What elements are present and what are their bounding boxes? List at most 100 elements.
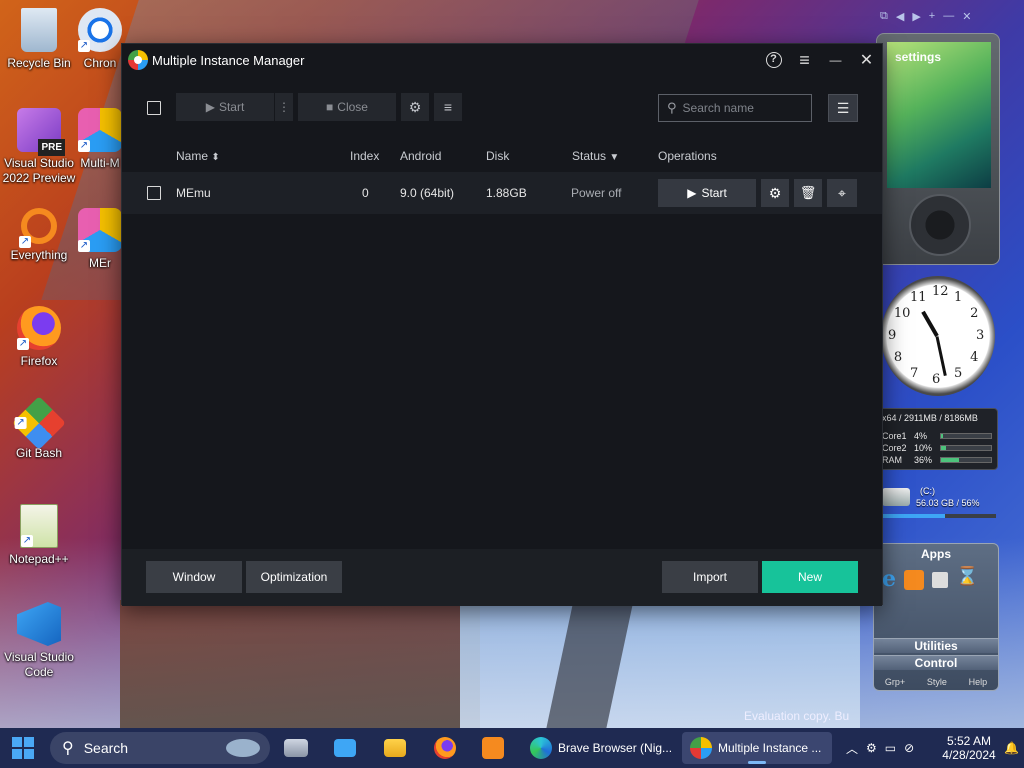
sidebar-minimize-icon[interactable]: — [943,10,954,22]
table-row[interactable]: MEmu 0 9.0 (64bit) 1.88GB Power off ▶ St… [122,172,882,214]
list-view-button[interactable]: ☰ [828,94,858,122]
batch-settings-button[interactable]: ⚙ [401,93,429,121]
column-name[interactable]: Name ⬍ [176,140,220,174]
taskbar-media-player[interactable] [482,732,504,764]
firefox-icon: ↗ [17,306,61,350]
desktop-icon-git-bash[interactable]: ↗ Git Bash [0,396,78,461]
instance-delete-button[interactable]: 🗑 [794,179,822,207]
close-icon: ✕ [859,52,874,69]
taskbar-file-explorer[interactable] [384,732,406,764]
sidebar-next-icon[interactable]: ▶ [912,10,920,23]
app-icon[interactable] [932,572,948,588]
internet-explorer-icon[interactable]: e [882,566,896,592]
core1-usage-bar [940,433,992,439]
desktop-icon-vscode[interactable]: Visual Studio Code [0,602,78,680]
wallpaper-shape [120,600,480,728]
desktop-icon-visual-studio-2022[interactable]: PRE Visual Studio 2022 Preview [0,108,78,186]
help-button[interactable]: ? [758,44,789,76]
media-player-icon[interactable] [904,570,924,590]
close-all-label: Close [337,100,368,114]
title-bar[interactable]: Multiple Instance Manager ? ≡ — ✕ [122,44,882,76]
zune-gadget[interactable]: settings [876,33,1000,265]
recycle-bin-icon [21,8,57,52]
more-vertical-icon: ⋮ [278,100,290,114]
taskbar-clock[interactable]: 5:52 AM 4/28/2024 [940,728,998,768]
column-status[interactable]: Status ▼ [572,140,619,174]
taskbar-widgets[interactable] [334,732,356,764]
minimize-button[interactable]: — [820,44,851,76]
cpu-row-core1: Core1 4% [882,431,928,441]
sidebar-prev-icon[interactable]: ◀ [896,10,904,23]
search-box[interactable]: ⚲ [658,94,812,122]
desktop-icon-chrome[interactable]: ↗ Chron [78,8,122,71]
display-tray-icon[interactable]: ▭ [885,741,896,755]
settings-tray-icon[interactable]: ⚙ [866,741,877,755]
batch-menu-button[interactable]: ≡ [434,93,462,121]
desktop-icon-label: Recycle Bin [7,56,71,70]
instance-more-button[interactable]: ⌖ [827,179,857,207]
list-view-icon: ☰ [836,99,850,116]
clock-numeral: 8 [893,350,903,365]
taskbar-task-view[interactable] [284,732,308,764]
sidebar-close-icon[interactable]: ✕ [962,10,971,23]
start-options-button[interactable]: ⋮ [275,93,293,121]
close-all-button[interactable]: ■ Close [298,93,396,121]
core2-usage-bar [940,445,992,451]
zune-play-pad[interactable] [909,194,971,256]
new-instance-button[interactable]: New [762,561,858,593]
search-input[interactable] [682,101,803,115]
start-all-label: Start [218,100,245,114]
apps-group-add[interactable]: Grp+ [885,677,905,687]
memu-multi-icon: ↗ [78,108,122,152]
sidebar-add-icon[interactable]: + [929,10,935,22]
desktop-icon-multi-memu[interactable]: ↗ Multi-M [78,108,122,171]
close-button[interactable]: ✕ [851,44,882,76]
start-all-button[interactable]: ▶ Start [176,93,274,121]
desktop-icon-notepad-plus-plus[interactable]: ↗ Notepad++ [0,504,78,567]
drive-icon [882,488,910,506]
desktop-icon-label: Multi-M [80,156,120,170]
desktop-icon-everything[interactable]: ↗ Everything [0,208,78,263]
import-button[interactable]: Import [662,561,758,593]
chevron-up-icon[interactable]: ︿ [846,740,858,757]
clock-numeral: 2 [970,306,979,321]
windows-start-icon[interactable] [12,737,34,759]
desktop-icon-memu[interactable]: ↗ MEr [78,208,122,271]
drive-meter-gadget: (C:) 56.03 GB / 56% [878,484,1000,520]
zune-screen: settings [887,42,991,188]
window-button[interactable]: Window [146,561,242,593]
visual-studio-icon: PRE [17,108,65,156]
desktop-icon-firefox[interactable]: ↗ Firefox [0,306,78,369]
menu-button[interactable]: ≡ [789,44,820,76]
shortcut-arrow-icon: ↗ [17,338,29,350]
taskbar-firefox[interactable] [434,732,456,764]
drive-info: 56.03 GB / 56% [916,498,980,508]
cpu-header: x64 / 2911MB / 8186MB [882,413,978,423]
edge-icon [530,737,552,759]
apps-utilities[interactable]: Utilities [874,638,998,653]
taskbar-brave[interactable]: Brave Browser (Nig... [526,732,676,764]
optimization-button[interactable]: Optimization [246,561,342,593]
taskbar-search[interactable]: ⚲ Search [50,732,270,764]
network-tray-icon[interactable]: ⊘ [904,741,914,755]
apps-help[interactable]: Help [969,677,988,687]
taskbar-multiple-instance[interactable]: Multiple Instance ... [682,732,832,764]
select-all-checkbox[interactable] [147,101,161,115]
instance-start-button[interactable]: ▶ Start [658,179,756,207]
apps-style[interactable]: Style [927,677,947,687]
instance-settings-button[interactable]: ⚙ [761,179,789,207]
apps-footer: Grp+ Style Help [874,677,998,687]
column-android: Android [400,149,442,163]
search-icon: ⚲ [62,740,74,757]
notification-bell[interactable]: 🔔 [1004,728,1019,768]
hourglass-icon[interactable]: ⌛ [956,566,978,592]
desktop-icon-recycle-bin[interactable]: Recycle Bin [0,8,78,71]
drive-usage-bar [880,514,996,518]
apps-control[interactable]: Control [874,655,998,670]
row-checkbox[interactable] [147,186,161,200]
zune-settings-label[interactable]: settings [895,50,941,64]
desktop-icon-label: MEr [89,256,111,270]
ram-usage-bar [940,457,992,463]
preview-badge: PRE [38,139,65,156]
sidebar-layout-icon[interactable]: ⧉ [880,10,888,23]
